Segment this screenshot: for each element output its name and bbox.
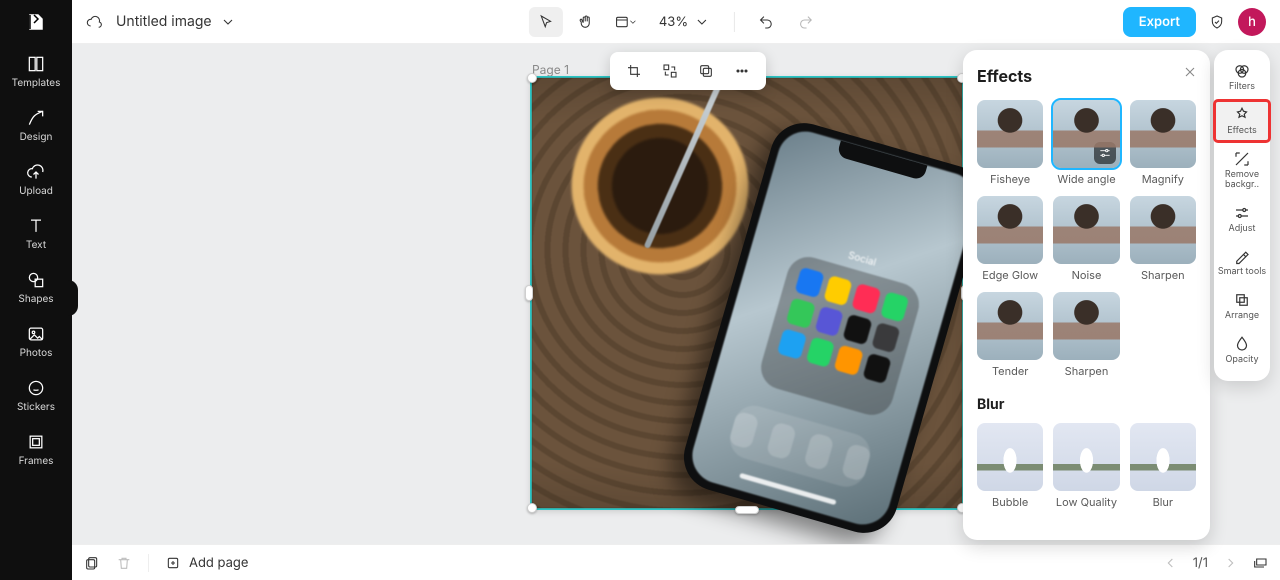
resize-handle-bl[interactable] bbox=[527, 503, 537, 513]
effect-magnify[interactable]: Magnify bbox=[1130, 100, 1196, 186]
document-title[interactable]: Untitled image bbox=[116, 13, 236, 30]
context-toolbar bbox=[610, 52, 766, 90]
effect-adjust-icon[interactable] bbox=[1094, 142, 1116, 164]
more-button[interactable] bbox=[726, 56, 758, 86]
add-page-button[interactable]: Add page bbox=[165, 555, 248, 571]
select-tool[interactable] bbox=[529, 7, 563, 37]
effect-label: Edge Glow bbox=[982, 268, 1038, 282]
pages-icon[interactable] bbox=[84, 555, 100, 571]
cloud-sync-icon[interactable] bbox=[86, 14, 102, 30]
close-icon[interactable] bbox=[1182, 64, 1198, 80]
resize-handle-l[interactable] bbox=[525, 285, 533, 301]
shield-icon[interactable] bbox=[1206, 11, 1228, 33]
panel-title: Effects bbox=[977, 66, 1196, 86]
effect-edge-glow[interactable]: Edge Glow bbox=[977, 196, 1043, 282]
effect-blur[interactable]: Blur bbox=[1130, 423, 1196, 509]
effect-tender[interactable]: Tender bbox=[977, 292, 1043, 378]
sidebar-item-shapes[interactable]: Shapes bbox=[0, 260, 72, 314]
effect-label: Blur bbox=[1153, 495, 1174, 509]
duplicate-button[interactable] bbox=[690, 56, 722, 86]
sidebar-item-templates[interactable]: Templates bbox=[0, 44, 72, 98]
selected-image[interactable]: Social bbox=[532, 78, 962, 508]
effect-low-quality[interactable]: Low Quality bbox=[1053, 423, 1119, 509]
proprail-opacity[interactable]: Opacity bbox=[1214, 329, 1270, 371]
zoom-level[interactable]: 43% bbox=[659, 14, 710, 30]
effect-label: Fisheye bbox=[990, 172, 1030, 186]
effect-label: Magnify bbox=[1142, 172, 1184, 186]
hand-tool[interactable] bbox=[569, 7, 603, 37]
effect-label: Noise bbox=[1072, 268, 1102, 282]
proprail-smart-tools[interactable]: Smart tools bbox=[1214, 241, 1270, 283]
effect-wide-angle[interactable]: Wide angle bbox=[1053, 100, 1119, 186]
sidebar-item-photos[interactable]: Photos bbox=[0, 314, 72, 368]
effect-fisheye[interactable]: Fisheye bbox=[977, 100, 1043, 186]
proprail-remove-bg[interactable]: Remove backgr.. bbox=[1214, 144, 1270, 196]
undo-button[interactable] bbox=[749, 7, 783, 37]
layers-icon[interactable] bbox=[1252, 555, 1268, 571]
resize-canvas[interactable] bbox=[609, 7, 643, 37]
proprail-filters[interactable]: Filters bbox=[1214, 56, 1270, 98]
effect-label: Low Quality bbox=[1056, 495, 1117, 509]
page-label: Page 1 bbox=[532, 62, 569, 77]
sidebar-item-design[interactable]: Design bbox=[0, 98, 72, 152]
sidebar-item-stickers[interactable]: Stickers bbox=[0, 368, 72, 422]
left-sidebar: Templates Design Upload Text Shapes Phot… bbox=[0, 0, 72, 580]
avatar[interactable]: h bbox=[1238, 8, 1266, 36]
page-indicator: 1/1 bbox=[1193, 555, 1208, 571]
effect-label: Bubble bbox=[992, 495, 1028, 509]
plus-icon bbox=[165, 555, 181, 571]
proprail-arrange[interactable]: Arrange bbox=[1214, 285, 1270, 327]
next-page[interactable] bbox=[1222, 555, 1238, 571]
zoom-value: 43% bbox=[659, 14, 688, 30]
effect-sharpen[interactable]: Sharpen bbox=[1053, 292, 1119, 378]
effect-label: Tender bbox=[992, 364, 1028, 378]
chevron-down-icon bbox=[694, 14, 710, 30]
property-rail: Filters Effects Remove backgr.. Adjust S… bbox=[1214, 50, 1270, 381]
sidebar-item-frames[interactable]: Frames bbox=[0, 422, 72, 476]
add-page-label: Add page bbox=[189, 555, 248, 571]
effect-noise[interactable]: Noise bbox=[1053, 196, 1119, 282]
effect-label: Sharpen bbox=[1141, 268, 1185, 282]
export-button[interactable]: Export bbox=[1123, 7, 1196, 37]
sidebar-item-text[interactable]: Text bbox=[0, 206, 72, 260]
effect-label: Wide angle bbox=[1057, 172, 1115, 186]
app-logo-icon[interactable] bbox=[0, 0, 72, 44]
crop-button[interactable] bbox=[618, 56, 650, 86]
replace-button[interactable] bbox=[654, 56, 686, 86]
proprail-adjust[interactable]: Adjust bbox=[1214, 198, 1270, 240]
effect-label: Sharpen bbox=[1065, 364, 1109, 378]
sidebar-expand-handle[interactable] bbox=[68, 280, 78, 316]
blur-section-title: Blur bbox=[977, 396, 1196, 413]
delete-page-icon[interactable] bbox=[116, 555, 132, 571]
resize-handle-b[interactable] bbox=[735, 506, 759, 514]
sidebar-item-upload[interactable]: Upload bbox=[0, 152, 72, 206]
prev-page[interactable] bbox=[1163, 555, 1179, 571]
chevron-down-icon bbox=[220, 14, 236, 30]
document-title-text: Untitled image bbox=[116, 13, 212, 30]
redo-button[interactable] bbox=[789, 7, 823, 37]
proprail-effects[interactable]: Effects bbox=[1214, 100, 1270, 142]
effect-sharpen[interactable]: Sharpen bbox=[1130, 196, 1196, 282]
resize-handle-tl[interactable] bbox=[527, 73, 537, 83]
effects-panel: Effects Fisheye Wide angle Magnify Edge Glo… bbox=[963, 50, 1210, 540]
effect-bubble[interactable]: Bubble bbox=[977, 423, 1043, 509]
